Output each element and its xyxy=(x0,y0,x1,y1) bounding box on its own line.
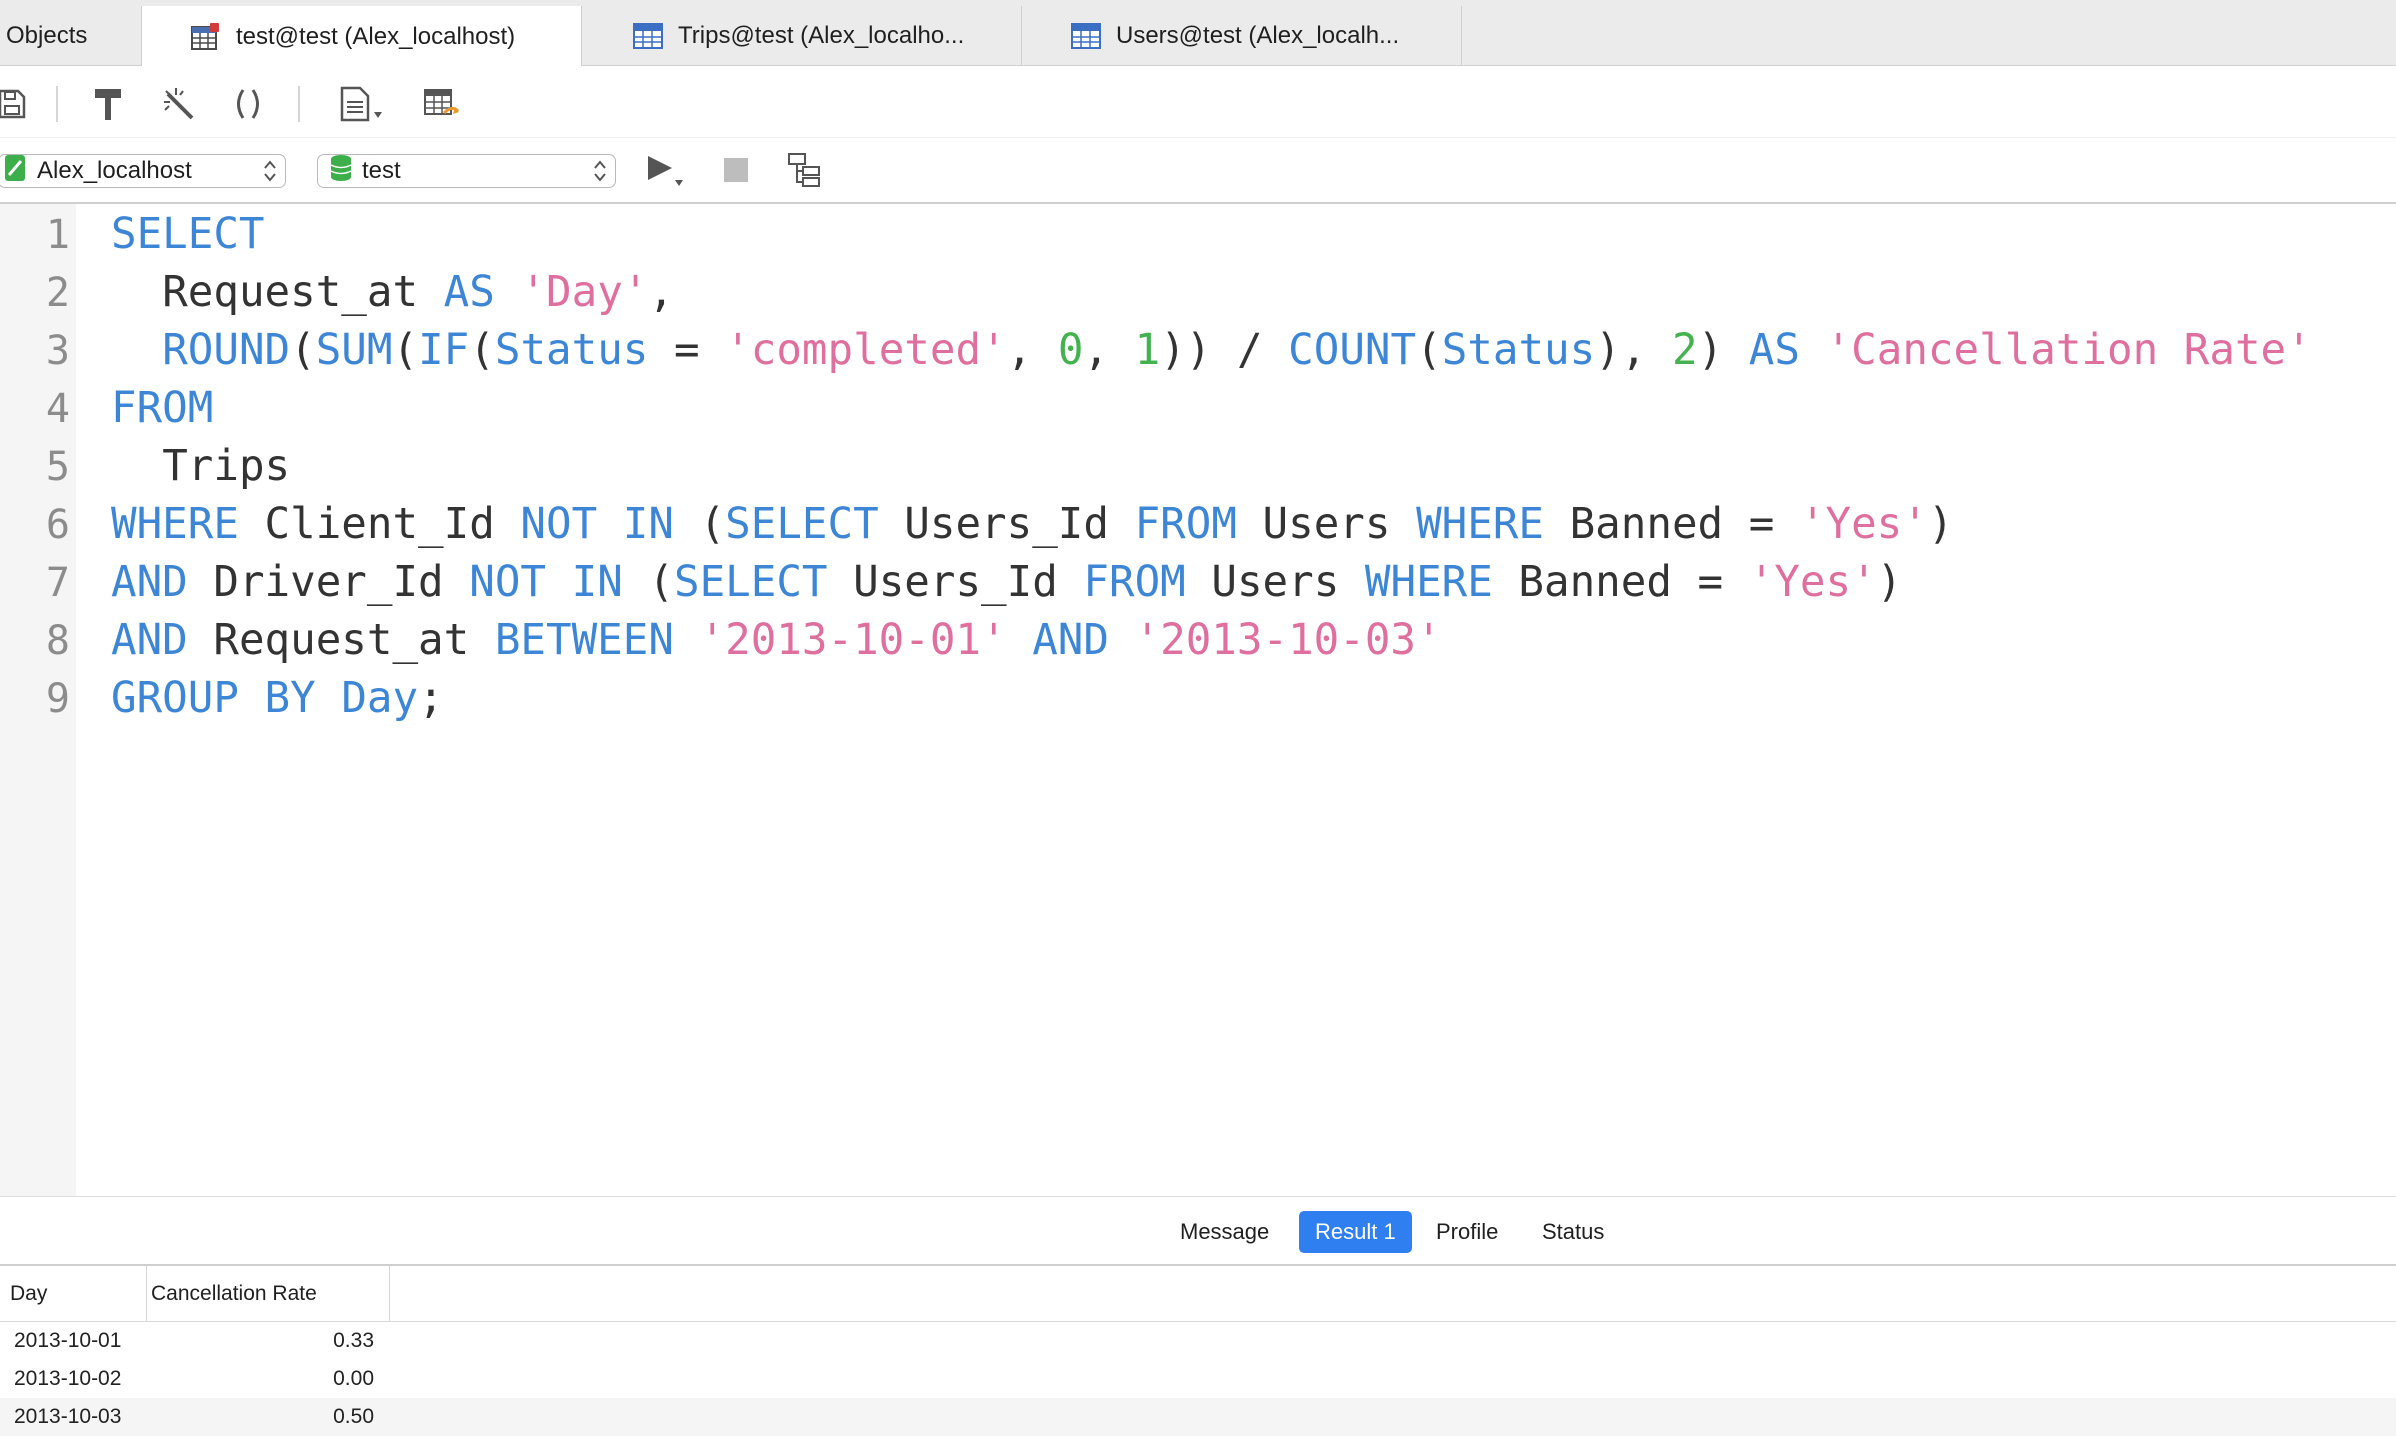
code-line[interactable]: AND Request_at BETWEEN '2013-10-01' AND … xyxy=(111,612,1442,670)
tab-trips-table[interactable]: Trips@test (Alex_localho... xyxy=(582,6,1022,66)
export-table-icon[interactable] xyxy=(422,84,462,124)
connection-name: Alex_localhost xyxy=(37,157,192,184)
line-number: 1 xyxy=(45,212,70,258)
result-grid-header: Day Cancellation Rate xyxy=(0,1266,2396,1322)
connection-icon xyxy=(5,154,27,188)
tab-label: Trips@test (Alex_localho... xyxy=(678,22,965,49)
code-line[interactable]: FROM xyxy=(111,380,213,438)
table-row[interactable]: 2013-10-02 0.00 xyxy=(0,1360,2396,1398)
code-line[interactable]: GROUP BY Day; xyxy=(111,670,444,728)
beautify-wand-icon[interactable] xyxy=(158,84,198,124)
column-header-day[interactable]: Day xyxy=(10,1266,146,1322)
cell-day: 2013-10-02 xyxy=(14,1367,122,1390)
code-line[interactable]: ROUND(SUM(IF(Status = 'completed', 0, 1)… xyxy=(111,322,2312,380)
tab-status[interactable]: Status xyxy=(1526,1211,1620,1253)
cell-cancellation-rate: 0.50 xyxy=(333,1405,374,1428)
result-tab-bar: Message Result 1 Profile Status xyxy=(0,1196,2396,1266)
line-number: 4 xyxy=(45,386,70,432)
line-number: 7 xyxy=(45,560,70,606)
tab-label: test@test (Alex_localhost) xyxy=(236,22,516,50)
cell-day: 2013-10-03 xyxy=(14,1405,122,1428)
cell-day: 2013-10-01 xyxy=(14,1329,122,1352)
code-line[interactable]: WHERE Client_Id NOT IN (SELECT Users_Id … xyxy=(111,496,1953,554)
tab-query-editor[interactable]: test@test (Alex_localhost) xyxy=(142,6,582,67)
toolbar-divider xyxy=(298,86,300,122)
result-grid: Day Cancellation Rate 2013-10-01 0.33 20… xyxy=(0,1266,2396,1436)
connection-select[interactable]: Alex_localhost xyxy=(0,154,286,188)
line-number: 8 xyxy=(45,618,70,664)
tab-label: Objects xyxy=(6,22,88,49)
toolbar-divider xyxy=(56,86,58,122)
chevron-updown-icon xyxy=(593,159,607,183)
line-number: 2 xyxy=(45,270,70,316)
run-icon[interactable] xyxy=(642,150,692,190)
editor-toolbar xyxy=(0,66,2396,138)
stop-icon[interactable] xyxy=(716,150,756,190)
tab-users-table[interactable]: Users@test (Alex_localh... xyxy=(1022,6,1462,66)
explain-plan-icon[interactable] xyxy=(786,150,826,190)
table-icon xyxy=(1070,21,1102,51)
table-row[interactable]: 2013-10-03 0.50 xyxy=(0,1398,2396,1436)
chevron-updown-icon xyxy=(263,159,277,183)
connection-bar: Alex_localhost test xyxy=(0,138,2396,204)
tab-result-1[interactable]: Result 1 xyxy=(1299,1211,1412,1253)
column-header-cancellation-rate[interactable]: Cancellation Rate xyxy=(146,1266,390,1322)
tab-profile[interactable]: Profile xyxy=(1420,1211,1514,1253)
table-row[interactable]: 2013-10-01 0.33 xyxy=(0,1322,2396,1360)
database-select[interactable]: test xyxy=(317,154,616,188)
code-line[interactable]: SELECT xyxy=(111,206,265,264)
code-line[interactable]: AND Driver_Id NOT IN (SELECT Users_Id FR… xyxy=(111,554,1902,612)
save-icon[interactable] xyxy=(0,84,32,124)
cell-cancellation-rate: 0.00 xyxy=(333,1367,374,1390)
snippet-document-icon[interactable] xyxy=(336,84,392,124)
tab-objects[interactable]: Objects xyxy=(0,6,142,66)
line-number: 6 xyxy=(45,502,70,548)
parentheses-icon[interactable] xyxy=(228,84,268,124)
database-name: test xyxy=(362,157,401,184)
tab-label: Users@test (Alex_localh... xyxy=(1116,22,1400,49)
code-line[interactable]: Trips xyxy=(111,438,290,496)
line-number: 9 xyxy=(45,676,70,722)
format-brush-icon[interactable] xyxy=(88,84,128,124)
cell-cancellation-rate: 0.33 xyxy=(333,1329,374,1352)
line-number-gutter: 1 2 3 4 5 6 7 8 9 xyxy=(0,204,76,1196)
document-tab-bar: Objects test@test (Alex_localhost) Trips… xyxy=(0,0,2396,67)
code-line[interactable]: Request_at AS 'Day', xyxy=(111,264,674,322)
database-icon xyxy=(330,154,352,189)
query-icon xyxy=(188,22,222,52)
table-icon xyxy=(632,21,664,51)
sql-editor[interactable]: 1 2 3 4 5 6 7 8 9 SELECT Request_at AS '… xyxy=(0,204,2396,1196)
tab-message[interactable]: Message xyxy=(1164,1211,1285,1253)
line-number: 3 xyxy=(45,328,70,374)
line-number: 5 xyxy=(45,444,70,490)
